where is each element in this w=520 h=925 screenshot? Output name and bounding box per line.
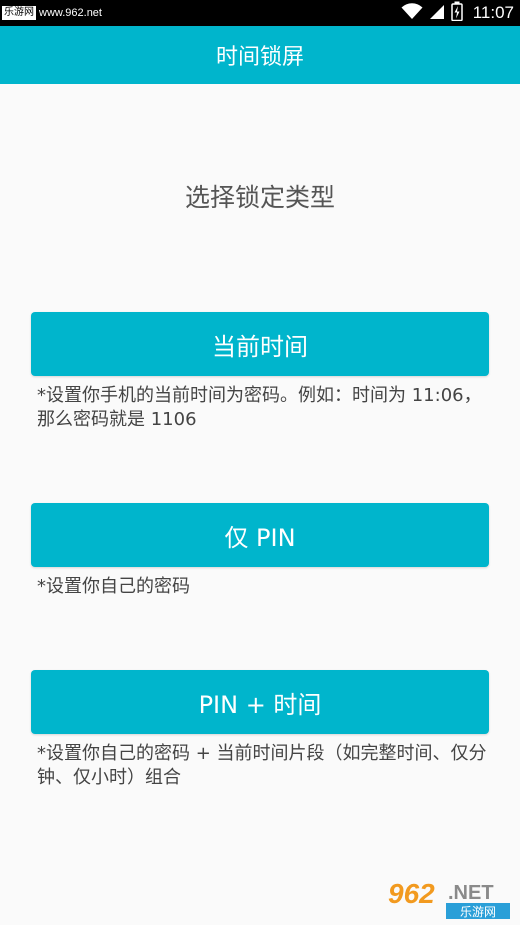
pin-only-description: *设置你自己的密码 (37, 576, 190, 597)
wifi-icon (401, 2, 423, 24)
status-bar: 乐游网 www.962.net 11:07 (0, 0, 520, 26)
watermark-suffix: .NET (448, 882, 494, 904)
watermark-bottom: 962 .NET 乐游网 (384, 875, 514, 921)
status-icons: 11:07 (401, 0, 514, 26)
pin-plus-time-button[interactable]: PIN + 时间 (31, 670, 489, 734)
watermark-top: 乐游网 www.962.net (2, 5, 102, 21)
watermark-url: www.962.net (39, 7, 102, 19)
pin-plus-time-description: *设置你自己的密码 + 当前时间片段（如完整时间、仅分钟、仅小时）组合 (37, 743, 487, 788)
battery-icon (450, 1, 463, 25)
watermark-text: 乐游网 (460, 905, 496, 919)
app-title: 时间锁屏 (215, 45, 304, 70)
pin-only-button[interactable]: 仅 PIN (31, 503, 489, 567)
app-bar: 时间锁屏 (0, 26, 520, 84)
signal-icon (429, 3, 445, 24)
status-time: 11:07 (472, 3, 514, 22)
current-time-button[interactable]: 当前时间 (31, 312, 489, 376)
page-heading: 选择锁定类型 (184, 183, 335, 212)
watermark-number: 962 (388, 878, 435, 909)
watermark-label: 乐游网 (2, 6, 36, 20)
current-time-description: *设置你手机的当前时间为密码。例如：时间为 11:06，那么密码就是 1106 (37, 385, 482, 430)
